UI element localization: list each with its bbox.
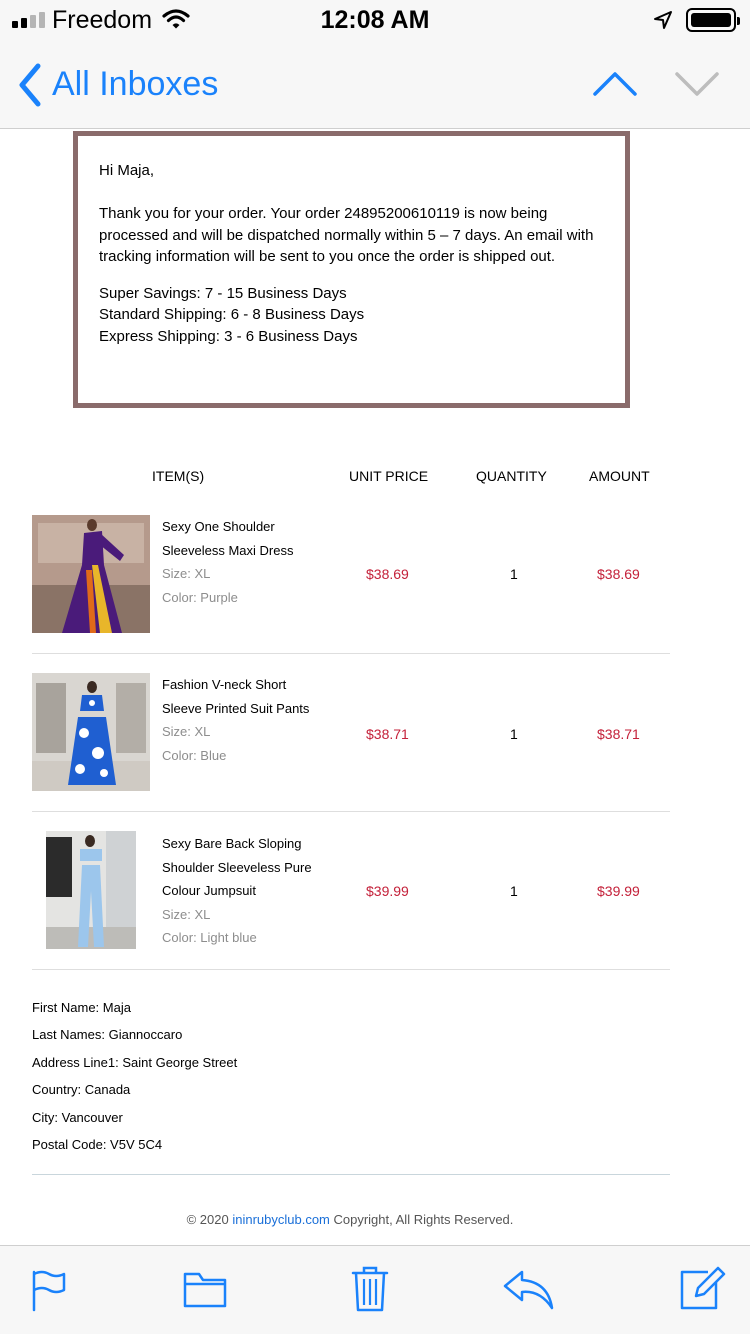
city: City: Vancouver: [32, 1109, 123, 1125]
trash-icon[interactable]: [350, 1264, 390, 1314]
copyright-prefix: © 2020: [186, 1212, 233, 1227]
product-name[interactable]: Sleeveless Maxi Dress: [162, 539, 294, 563]
copyright-suffix: Copyright, All Rights Reserved.: [329, 1212, 514, 1227]
divider: [32, 1174, 670, 1175]
shipping-option: Standard Shipping: 6 - 8 Business Days: [99, 306, 365, 323]
quantity: 1: [510, 566, 518, 582]
postal-code: Postal Code: V5V 5C4: [32, 1137, 163, 1153]
header-quantity: QUANTITY: [476, 468, 547, 484]
product-name[interactable]: Sexy Bare Back Sloping: [162, 832, 312, 856]
product-size: Size: XL: [162, 566, 211, 582]
status-bar: Freedom 12:08 AM: [0, 0, 750, 40]
amount: $38.69: [597, 566, 640, 582]
back-chevron-icon[interactable]: [16, 62, 44, 108]
country: Country: Canada: [32, 1082, 131, 1098]
last-names: Last Names: Giannoccaro: [32, 1027, 183, 1043]
bottom-toolbar: [0, 1245, 750, 1334]
back-button[interactable]: All Inboxes: [52, 65, 218, 104]
battery-icon: [686, 8, 740, 32]
unit-price: $39.99: [366, 883, 409, 899]
table-row: Fashion V-neck Short Sleeve Printed Suit…: [32, 654, 670, 812]
product-color: Color: Blue: [162, 747, 227, 763]
unit-price: $38.71: [366, 726, 409, 742]
header-items: ITEM(S): [152, 468, 205, 484]
compose-icon[interactable]: [678, 1264, 726, 1312]
order-message-box: Hi Maja, Thank you for your order. Your …: [73, 131, 630, 408]
product-name[interactable]: Shoulder Sleeveless Pure: [162, 856, 312, 880]
product-details: Fashion V-neck Short Sleeve Printed Suit…: [162, 673, 309, 767]
next-message-icon[interactable]: [674, 70, 720, 98]
location-arrow-icon: [654, 11, 672, 29]
flag-icon[interactable]: [30, 1268, 68, 1312]
address-line1: Address Line1: Saint George Street: [32, 1054, 238, 1070]
site-link[interactable]: ininrubyclub.com: [232, 1212, 330, 1227]
product-size: Size: XL: [162, 906, 211, 922]
clock: 12:08 AM: [320, 6, 430, 34]
greeting: Hi Maja,: [99, 162, 155, 179]
shipping-address: First Name: Maja Last Names: Giannoccaro…: [32, 994, 237, 1158]
product-details: Sexy Bare Back Sloping Shoulder Sleevele…: [162, 832, 312, 950]
product-size: Size: XL: [162, 724, 211, 740]
message-body: Thank you for your order. Your order 248…: [99, 205, 594, 265]
product-name[interactable]: Sexy One Shoulder: [162, 515, 294, 539]
copyright-footer: © 2020 ininrubyclub.com Copyright, All R…: [0, 1212, 700, 1227]
product-image[interactable]: [32, 515, 150, 633]
shipping-option: Express Shipping: 3 - 6 Business Days: [99, 327, 358, 345]
table-row: Sexy One Shoulder Sleeveless Maxi Dress …: [32, 499, 670, 654]
table-row: Sexy Bare Back Sloping Shoulder Sleevele…: [32, 812, 670, 970]
product-name[interactable]: Sleeve Printed Suit Pants: [162, 697, 309, 721]
product-name[interactable]: Fashion V-neck Short: [162, 673, 309, 697]
product-color: Color: Purple: [162, 589, 238, 605]
amount: $38.71: [597, 726, 640, 742]
unit-price: $38.69: [366, 566, 409, 582]
product-image[interactable]: [46, 831, 136, 949]
shipping-option: Super Savings: 7 - 15 Business Days: [99, 284, 347, 302]
product-image[interactable]: [32, 673, 150, 791]
previous-message-icon[interactable]: [592, 70, 638, 98]
nav-bar: All Inboxes: [0, 40, 750, 129]
header-amount: AMOUNT: [589, 468, 650, 484]
product-name[interactable]: Colour Jumpsuit: [162, 879, 312, 903]
folder-icon[interactable]: [182, 1268, 228, 1310]
reply-icon[interactable]: [502, 1268, 554, 1310]
quantity: 1: [510, 883, 518, 899]
product-color: Color: Light blue: [162, 930, 257, 946]
quantity: 1: [510, 726, 518, 742]
header-unit-price: UNIT PRICE: [349, 468, 429, 484]
amount: $39.99: [597, 883, 640, 899]
product-details: Sexy One Shoulder Sleeveless Maxi Dress …: [162, 515, 294, 609]
first-name: First Name: Maja: [32, 1000, 131, 1015]
